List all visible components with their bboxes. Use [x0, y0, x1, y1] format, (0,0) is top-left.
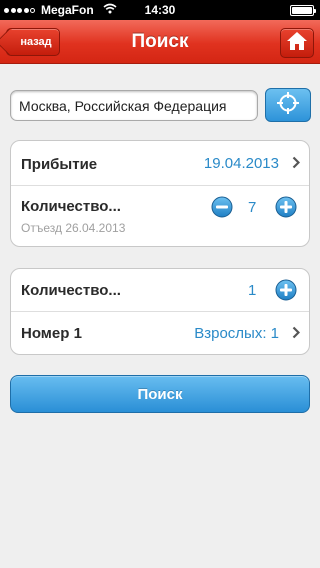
- departure-note: Отъезд 26.04.2013: [21, 221, 126, 235]
- page-title: Поиск: [131, 31, 189, 52]
- increment-rooms-button[interactable]: [275, 279, 297, 301]
- room-label: Номер 1: [21, 325, 82, 342]
- chevron-right-icon: [292, 326, 301, 344]
- search-button[interactable]: Поиск: [10, 375, 310, 413]
- nav-bar: назад Поиск: [0, 20, 320, 64]
- geolocate-button[interactable]: [265, 88, 311, 122]
- arrival-label: Прибытие: [21, 156, 98, 173]
- dates-group: Прибытие 19.04.2013 Количество... 7 Отъе…: [10, 140, 310, 247]
- arrival-date: 19.04.2013: [203, 155, 279, 172]
- home-icon: [286, 31, 308, 56]
- rooms-count-row: Количество... 1: [11, 269, 309, 312]
- home-button[interactable]: [280, 28, 314, 58]
- chevron-right-icon: [292, 156, 301, 174]
- status-time: 14:30: [144, 3, 176, 17]
- room-guests: Взрослых: 1: [194, 325, 279, 342]
- rooms-value: 1: [248, 282, 257, 299]
- crosshair-icon: [276, 91, 300, 120]
- search-button-label: Поиск: [137, 385, 183, 403]
- battery-icon: [290, 5, 316, 16]
- nights-value: 7: [248, 199, 257, 216]
- increment-nights-button[interactable]: [275, 196, 297, 218]
- room-1-row[interactable]: Номер 1 Взрослых: 1: [11, 312, 309, 354]
- decrement-nights-button[interactable]: [211, 196, 233, 218]
- arrival-row[interactable]: Прибытие 19.04.2013: [11, 141, 309, 186]
- rooms-group: Количество... 1 Номер 1 Взрослых: 1: [10, 268, 310, 355]
- location-input[interactable]: [10, 90, 258, 121]
- nights-row: Количество... 7 Отъезд 26.04.2013: [11, 186, 309, 246]
- nights-label: Количество...: [21, 198, 121, 215]
- rooms-label: Количество...: [21, 282, 121, 299]
- status-bar: MegaFon 14:30: [0, 0, 320, 20]
